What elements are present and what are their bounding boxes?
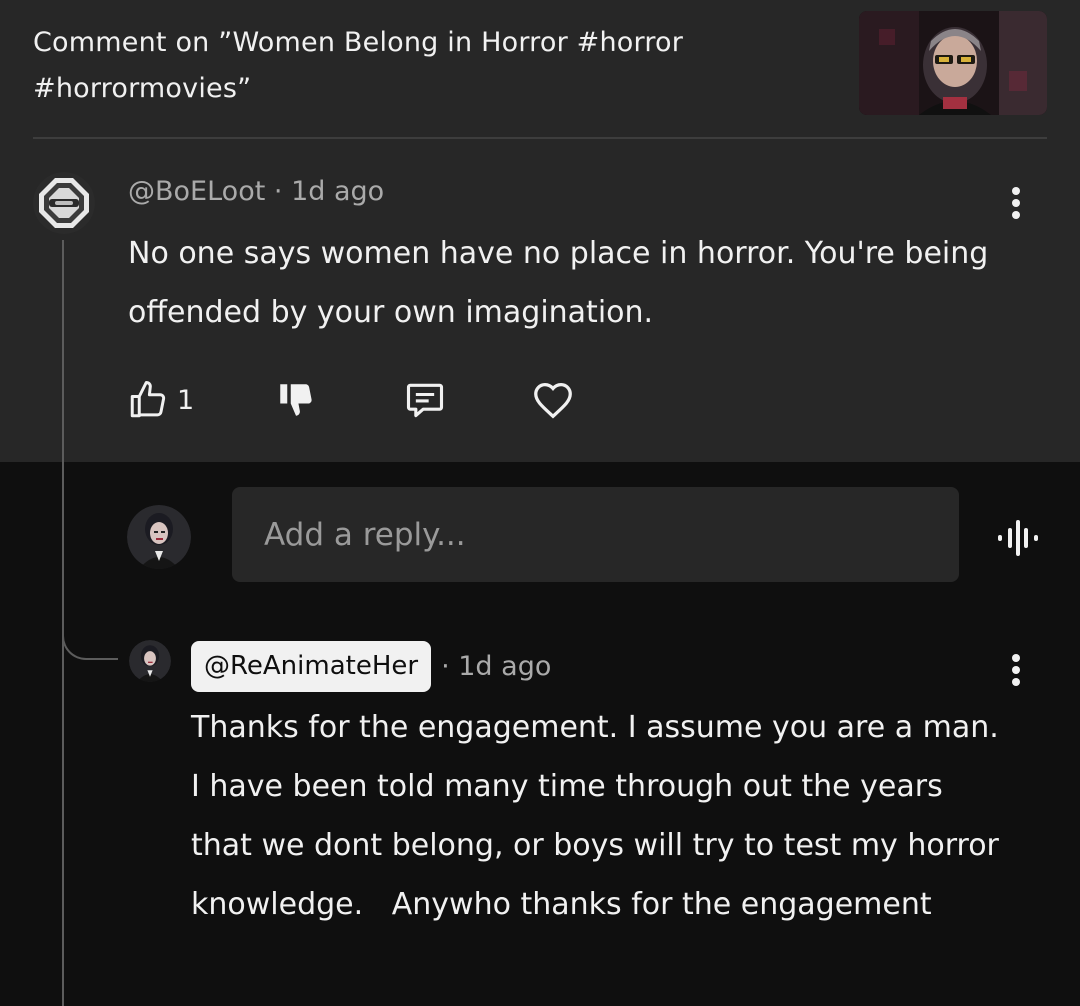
comment-author-name[interactable]: @BoELoot [128,176,265,207]
current-user-avatar [127,505,191,569]
heart-icon [534,383,572,419]
comment-text: No one says women have no place in horro… [128,236,989,330]
heart-button[interactable] [530,376,576,424]
like-count: 1 [177,384,195,416]
reply-meta: @ReAnimateHer · 1d ago [191,641,551,692]
page-title: Comment on ”Women Belong in Horror #horr… [33,27,684,104]
header-divider [33,137,1047,139]
reply-author-chip[interactable]: @ReAnimateHer [191,641,432,692]
reply-box [232,487,959,582]
comment-reply-icon [406,383,444,418]
like-button[interactable]: 1 [127,376,194,424]
thumb-down-icon [280,384,312,416]
comment-more-button[interactable] [994,178,1038,228]
comment-meta: @BoELoot · 1d ago [128,176,384,207]
reply-timestamp: · 1d ago [441,651,552,682]
dislike-button[interactable] [275,376,317,424]
reply-more-button[interactable] [994,645,1038,695]
reply-text: Thanks for the engagement. I assume you … [191,710,1009,922]
reply-author-avatar[interactable] [129,640,171,682]
comment-author-avatar[interactable] [33,172,95,234]
voice-input-button[interactable] [990,510,1046,566]
video-thumbnail-image [859,11,1047,115]
more-vert-icon [1012,654,1020,686]
user-portrait-icon [129,640,171,682]
thumb-up-icon [130,381,166,418]
video-thumbnail[interactable] [859,11,1047,115]
comment-timestamp: 1d ago [291,176,385,207]
reply-button[interactable] [403,376,447,424]
user-portrait-icon [127,505,191,569]
octagon-logo-icon [33,172,95,234]
reply-input[interactable] [232,487,959,582]
thread-connector [62,610,118,660]
meta-separator: · [273,176,283,207]
more-vert-icon [1012,187,1020,219]
voice-wave-icon [998,520,1038,556]
